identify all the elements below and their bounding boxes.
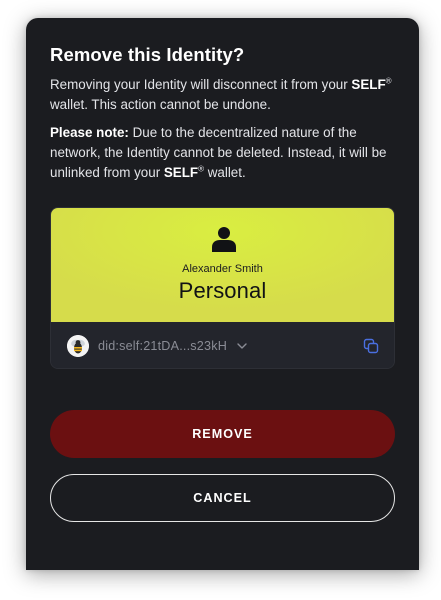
- brand-name: SELF: [163, 165, 199, 180]
- note-label: Please note:: [50, 125, 129, 140]
- did-row[interactable]: did:self:21tDA...s23kH: [51, 322, 394, 368]
- bee-avatar: [67, 335, 89, 357]
- dialog-note: Please note: Due to the decentralized na…: [50, 125, 387, 180]
- did-identifier: did:self:21tDA...s23kH: [98, 339, 227, 353]
- identity-holder-name: Alexander Smith: [182, 263, 263, 275]
- brand-name: SELF: [351, 77, 386, 92]
- copy-icon[interactable]: [363, 338, 379, 354]
- remove-identity-dialog: Remove this Identity? Removing your Iden…: [26, 18, 419, 570]
- person-icon: [212, 227, 236, 252]
- identity-card: Alexander Smith Personal did:self:21tDA.…: [50, 207, 395, 369]
- dialog-description: Removing your Identity will disconnect i…: [50, 76, 392, 112]
- cancel-button[interactable]: CANCEL: [50, 474, 395, 522]
- identity-card-header: Alexander Smith Personal: [51, 208, 394, 322]
- remove-button[interactable]: REMOVE: [50, 410, 395, 458]
- chevron-down-icon[interactable]: [236, 341, 248, 351]
- identity-type: Personal: [178, 278, 267, 303]
- dialog-title: Remove this Identity?: [50, 44, 245, 65]
